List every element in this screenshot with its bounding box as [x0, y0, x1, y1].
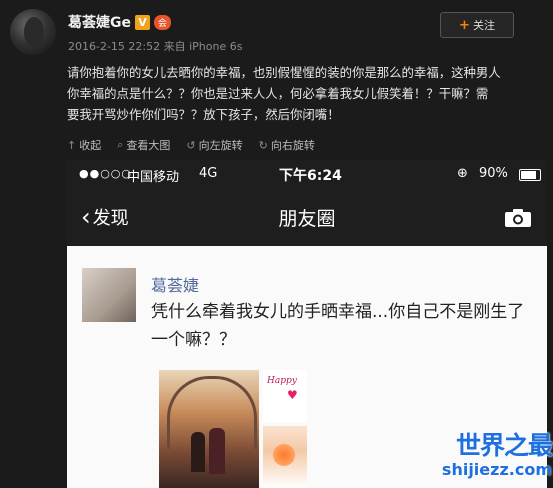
- moment-avatar: [82, 268, 136, 322]
- plus-icon: +: [459, 17, 470, 33]
- network-type: 4G: [199, 166, 218, 181]
- camera-icon: [505, 209, 531, 227]
- rotate-right-button[interactable]: ↻ 向右旋转: [259, 137, 315, 153]
- member-badge-icon: 会: [154, 14, 171, 30]
- battery-icon: [519, 169, 541, 181]
- carrier: 中国移动: [127, 170, 180, 185]
- moment-text: 凭什么牵着我女儿的手晒幸福...你自己不是刚生了一个嘛？？: [151, 302, 525, 350]
- phone-status-bar: ●●○○○ 中国移动 4G 下午6:24 ⊕ 90%: [67, 160, 547, 190]
- rotate-right-label: 向右旋转: [270, 139, 315, 152]
- post-header: 葛荟婕Ge V 会 2016-2-15 22:52 来自 iPhone 6s +…: [0, 0, 553, 62]
- verified-badge-icon: V: [135, 14, 150, 30]
- follow-button[interactable]: + 关注: [440, 12, 514, 38]
- view-large-label: 查看大图: [126, 139, 171, 152]
- photo-figure: [191, 432, 205, 472]
- moment-photo-sunset: [263, 426, 307, 488]
- battery-percent: 90%: [479, 166, 508, 181]
- username-row: 葛荟婕Ge V 会: [68, 12, 171, 32]
- photo-script-text: Happy: [267, 376, 297, 386]
- moments-nav-bar: ‹ 发现 朋友圈: [67, 190, 547, 246]
- collapse-label: 收起: [79, 139, 102, 152]
- nav-title: 朋友圈: [278, 208, 336, 230]
- status-time: 下午6:24: [279, 168, 342, 184]
- zoom-icon: ⌕: [117, 138, 124, 151]
- content-line: 你幸福的点是什么？？你也是过来人人，何必拿着我女儿假笑着！？干嘛？需: [67, 86, 489, 101]
- view-large-button[interactable]: ⌕ 查看大图: [117, 137, 170, 153]
- signal-icon: ●●○○○: [79, 167, 132, 180]
- image-toolbar: ↑ 收起 ⌕ 查看大图 ↺ 向左旋转 ↻ 向右旋转: [67, 136, 315, 154]
- username[interactable]: 葛荟婕Ge: [68, 12, 131, 32]
- photo-figure: [209, 428, 225, 474]
- collapse-button[interactable]: ↑ 收起: [67, 137, 101, 153]
- heart-icon: ♥: [287, 388, 298, 402]
- post-meta: 2016-2-15 22:52 来自 iPhone 6s: [68, 40, 243, 53]
- avatar[interactable]: [10, 9, 56, 55]
- rotate-left-icon: ↺: [186, 138, 196, 152]
- post-content: 请你抱着你的女儿去晒你的幸福，也别假惺惺的装的你是那么的幸福，这种男人 你幸福的…: [67, 62, 547, 125]
- content-line: 请你抱着你的女儿去晒你的幸福，也别假惺惺的装的你是那么的幸福，这种男人: [67, 65, 501, 80]
- rotate-left-button[interactable]: ↺ 向左旋转: [186, 137, 242, 153]
- follow-label: 关注: [472, 19, 495, 32]
- collapse-icon: ↑: [67, 138, 77, 152]
- rotate-left-label: 向左旋转: [198, 139, 243, 152]
- rotate-right-icon: ↻: [258, 138, 268, 152]
- content-line: 要我开骂炒作你们吗？？放下孩子，然后你闭嘴！: [67, 107, 340, 122]
- rotation-lock-icon: ⊕: [457, 166, 468, 181]
- watermark-url: shijiezz.com: [441, 460, 552, 479]
- moment-photo-card: Happy ♥: [263, 370, 307, 422]
- site-watermark: 世界之最 shijiezz.com: [440, 426, 553, 486]
- moment-photo-bridge: [159, 370, 259, 488]
- photo-sun: [273, 444, 295, 466]
- watermark-title: 世界之最: [455, 431, 553, 460]
- moment-author: 葛荟婕: [151, 276, 200, 295]
